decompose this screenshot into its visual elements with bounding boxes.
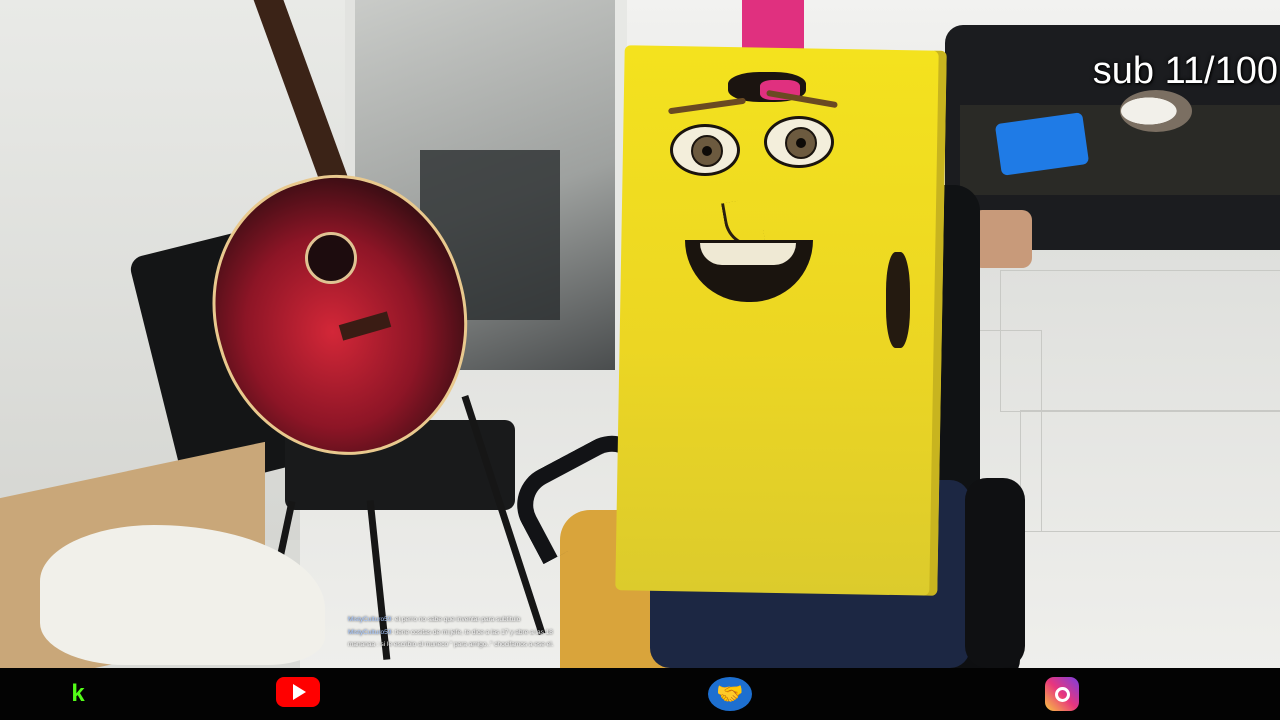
- chat-username: MistyCulturo59: [348, 628, 392, 636]
- social-bar: [0, 668, 1280, 720]
- sub-goal-counter: sub 11/100: [1092, 50, 1278, 92]
- youtube-logo-icon: [276, 677, 320, 707]
- instagram-logo-icon: [1045, 677, 1079, 711]
- chat-message: MistyCulturo59: tiene cositas de mi jefe…: [348, 627, 708, 640]
- right-eye: [764, 116, 834, 168]
- office-chair-right-armrest: [965, 478, 1025, 668]
- cat: [1120, 90, 1192, 132]
- kick-logo-icon: k: [71, 680, 85, 707]
- floor-bag: [972, 210, 1032, 268]
- guitar-sound-hole: [305, 232, 357, 284]
- chat-message: mananaa : si le escribio al muneco " par…: [348, 639, 708, 652]
- chat-text: : tiene cositas de mi jefe, te dice a la…: [391, 628, 553, 636]
- cardboard-side-hole: [886, 252, 910, 348]
- left-eye: [670, 124, 740, 176]
- handshake-icon: 🤝: [708, 677, 752, 711]
- drawn-teeth: [700, 243, 796, 265]
- chat-username: MistyCulturo59: [348, 616, 392, 623]
- chat-text: : el perro no sabe que inventar para sub…: [391, 616, 521, 623]
- chat-message: MistyCulturo59: el perro no sabe que inv…: [348, 614, 708, 627]
- webcam-scene: [0, 0, 1280, 668]
- chat-text: mananaa : si le escribio al muneco " par…: [348, 641, 554, 648]
- chat-overlay: MistyCulturo59: el perro no sabe que inv…: [348, 614, 708, 652]
